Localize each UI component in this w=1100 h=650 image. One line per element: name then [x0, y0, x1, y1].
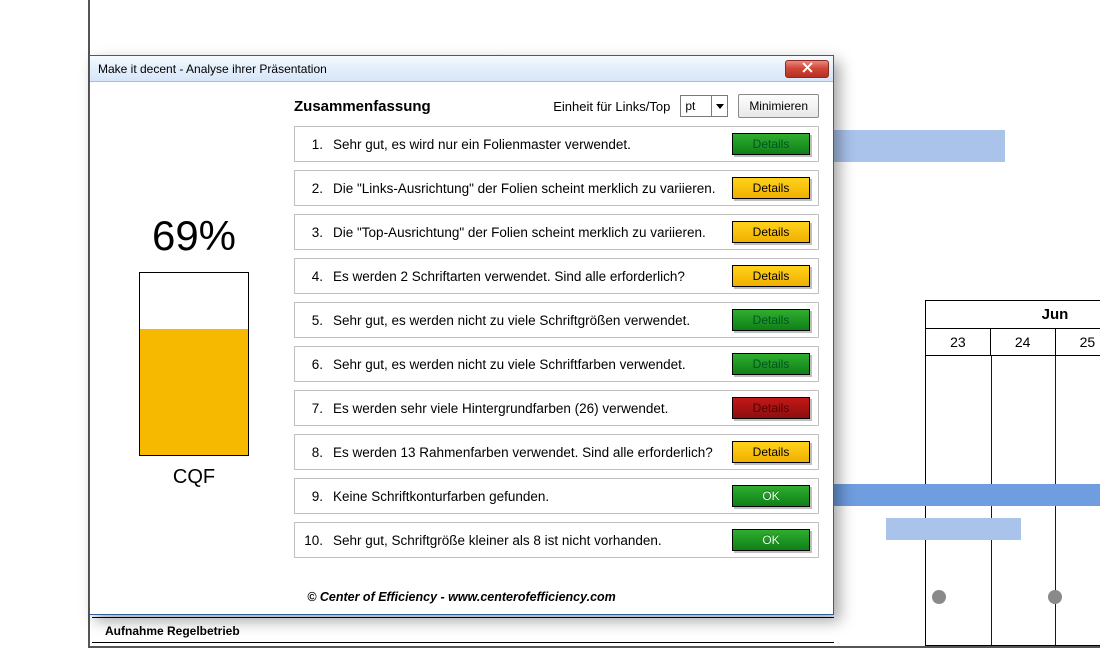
score-gauge-fill: [140, 329, 248, 455]
gantt-body: 30.06.: [925, 356, 1100, 646]
gantt-week-cell: 23: [925, 328, 990, 356]
details-button[interactable]: Details: [732, 221, 810, 243]
analysis-dialog: Make it decent - Analyse ihrer Präsentat…: [89, 55, 834, 615]
finding-text: Sehr gut, es werden nicht zu viele Schri…: [333, 313, 722, 328]
details-button[interactable]: Details: [732, 441, 810, 463]
finding-text: Die "Top-Ausrichtung" der Folien scheint…: [333, 225, 722, 240]
ok-button[interactable]: OK: [732, 485, 810, 507]
finding-number: 2.: [303, 181, 323, 196]
finding-row: 8. Es werden 13 Rahmenfarben verwendet. S…: [294, 434, 819, 470]
finding-row: 4. Es werden 2 Schriftarten verwendet. Si…: [294, 258, 819, 294]
milestone-dot-icon: [1048, 590, 1062, 604]
dialog-titlebar[interactable]: Make it decent - Analyse ihrer Präsentat…: [90, 56, 833, 82]
unit-label: Einheit für Links/Top: [553, 99, 670, 114]
gantt-bar: [886, 518, 1021, 540]
gantt-week-cell: 25: [1055, 328, 1100, 356]
finding-number: 7.: [303, 401, 323, 416]
milestone-dot-icon: [932, 590, 946, 604]
gantt-month-header: Jun: [925, 300, 1100, 328]
finding-row: 9. Keine Schriftkonturfarben gefunden. OK: [294, 478, 819, 514]
unit-select-value: pt: [685, 99, 695, 113]
bottom-row-label: Aufnahme Regelbetrieb: [105, 624, 240, 638]
details-button[interactable]: Details: [732, 133, 810, 155]
finding-text: Es werden sehr viele Hintergrundfarben (…: [333, 401, 722, 416]
gantt-week-cell: 24: [990, 328, 1055, 356]
finding-row: 5. Sehr gut, es werden nicht zu viele Sch…: [294, 302, 819, 338]
score-percent: 69%: [104, 212, 284, 260]
unit-select[interactable]: pt: [680, 95, 728, 117]
details-button[interactable]: Details: [732, 397, 810, 419]
findings-list: 1. Sehr gut, es wird nur ein Folienmaster…: [294, 126, 819, 566]
finding-text: Sehr gut, es wird nur ein Folienmaster v…: [333, 137, 722, 152]
dialog-footer: © Center of Efficiency - www.centerofeff…: [90, 590, 833, 604]
finding-row: 1. Sehr gut, es wird nur ein Folienmaster…: [294, 126, 819, 162]
finding-row: 7. Es werden sehr viele Hintergrundfarben…: [294, 390, 819, 426]
score-pane: 69% CQF: [104, 142, 284, 489]
summary-heading: Zusammenfassung: [294, 98, 431, 115]
finding-number: 1.: [303, 137, 323, 152]
finding-number: 10.: [303, 533, 323, 548]
minimize-button[interactable]: Minimieren: [738, 94, 819, 118]
finding-number: 3.: [303, 225, 323, 240]
finding-row: 10. Sehr gut, Schriftgröße kleiner als 8 …: [294, 522, 819, 558]
dialog-title: Make it decent - Analyse ihrer Präsentat…: [98, 62, 785, 76]
details-button[interactable]: Details: [732, 309, 810, 331]
close-icon: [802, 62, 813, 76]
finding-text: Sehr gut, Schriftgröße kleiner als 8 ist…: [333, 533, 722, 548]
finding-text: Keine Schriftkonturfarben gefunden.: [333, 489, 722, 504]
finding-text: Die "Links-Ausrichtung" der Folien schei…: [333, 181, 722, 196]
details-button[interactable]: Details: [732, 265, 810, 287]
finding-text: Es werden 2 Schriftarten verwendet. Sind…: [333, 269, 722, 284]
score-caption: CQF: [104, 466, 284, 489]
close-button[interactable]: [785, 60, 829, 78]
finding-number: 6.: [303, 357, 323, 372]
finding-text: Es werden 13 Rahmenfarben verwendet. Sin…: [333, 445, 722, 460]
finding-row: 2. Die "Links-Ausrichtung" der Folien sch…: [294, 170, 819, 206]
finding-text: Sehr gut, es werden nicht zu viele Schri…: [333, 357, 722, 372]
chevron-down-icon: [711, 96, 727, 116]
finding-number: 4.: [303, 269, 323, 284]
finding-row: 3. Die "Top-Ausrichtung" der Folien schei…: [294, 214, 819, 250]
details-button[interactable]: Details: [732, 353, 810, 375]
score-gauge: [139, 272, 249, 456]
gantt-preview: Jun 23 24 25 26 30.06.: [925, 300, 1100, 646]
ok-button[interactable]: OK: [732, 529, 810, 551]
finding-number: 9.: [303, 489, 323, 504]
finding-number: 5.: [303, 313, 323, 328]
details-button[interactable]: Details: [732, 177, 810, 199]
finding-number: 8.: [303, 445, 323, 460]
gantt-week-header: 23 24 25 26: [925, 328, 1100, 356]
finding-row: 6. Sehr gut, es werden nicht zu viele Sch…: [294, 346, 819, 382]
